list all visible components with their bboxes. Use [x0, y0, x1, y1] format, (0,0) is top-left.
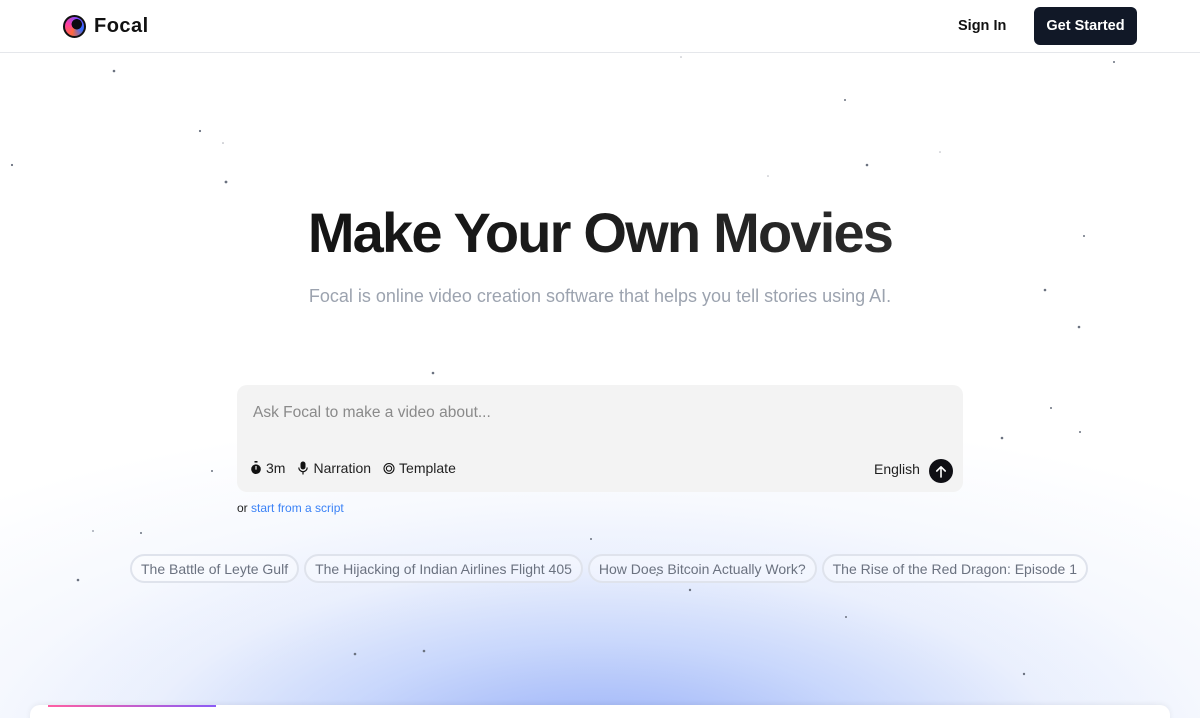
- suggestion-chips: The Battle of Leyte Gulf The Hijacking o…: [130, 554, 1093, 583]
- suggestion-chip[interactable]: How Does Bitcoin Actually Work?: [587, 554, 817, 583]
- hero-title: Make Your Own Movies: [0, 200, 1200, 265]
- language-selector[interactable]: English: [874, 461, 920, 477]
- suggestion-chip[interactable]: The Rise of the Red Dragon: Episode 1: [821, 554, 1088, 583]
- narration-label: Narration: [313, 460, 372, 476]
- microphone-icon: [298, 461, 309, 475]
- suggestion-chip[interactable]: The Hijacking of Indian Airlines Flight …: [304, 554, 583, 583]
- brand-name: Focal: [94, 15, 149, 37]
- card-accent-bar: [48, 705, 216, 707]
- get-started-button[interactable]: Get Started: [1034, 7, 1137, 45]
- duration-option[interactable]: 3m: [250, 460, 285, 476]
- prompt-box: 3m Narration Template English: [237, 385, 963, 492]
- template-option[interactable]: Template: [383, 460, 456, 476]
- background-glow: [0, 0, 1200, 718]
- hero-subtitle: Focal is online video creation software …: [308, 286, 892, 306]
- or-text: or: [237, 501, 248, 515]
- suggestion-chip[interactable]: The Battle of Leyte Gulf: [130, 554, 300, 583]
- prompt-options: 3m Narration Template: [250, 460, 468, 476]
- duration-label: 3m: [266, 460, 286, 476]
- template-label: Template: [399, 460, 456, 476]
- send-button[interactable]: [929, 459, 953, 483]
- stopwatch-icon: [251, 461, 261, 474]
- brand-logo[interactable]: Focal: [63, 15, 149, 38]
- narration-option[interactable]: Narration: [297, 460, 371, 476]
- focal-logo-icon: [63, 15, 86, 38]
- script-option: or start from a script: [237, 501, 344, 515]
- star-dots-decoration: [10, 56, 1115, 676]
- bottom-preview-card: [30, 705, 1170, 718]
- sign-in-button[interactable]: Sign In: [958, 16, 1006, 36]
- prompt-input[interactable]: [253, 399, 943, 427]
- top-nav: Focal Sign In Get Started: [0, 0, 1200, 53]
- template-icon: [383, 462, 395, 475]
- start-from-script-link[interactable]: start from a script: [251, 501, 344, 515]
- arrow-up-icon: [936, 465, 946, 478]
